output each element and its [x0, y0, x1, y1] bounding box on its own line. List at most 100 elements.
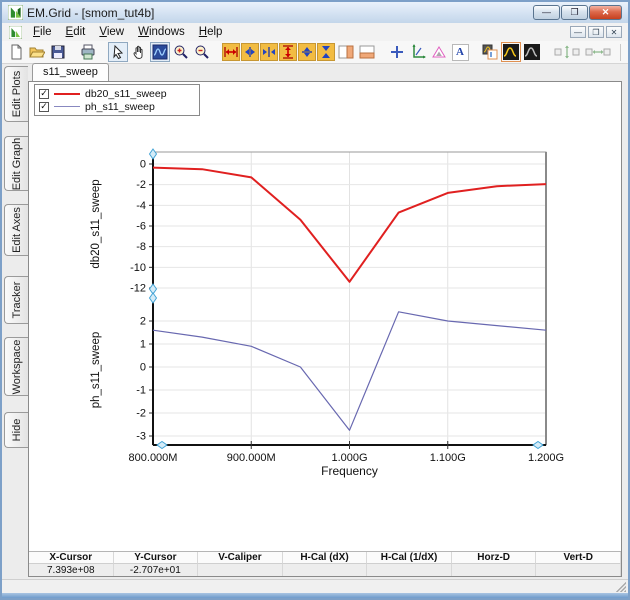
open-folder-icon	[29, 47, 45, 58]
copy-plot-button[interactable]	[480, 42, 500, 62]
sidetab-tracker[interactable]: Tracker	[4, 276, 28, 324]
vertical-pane-icon	[338, 45, 354, 59]
printer-icon	[81, 44, 95, 60]
caliper-axes-icon	[412, 44, 426, 59]
value-horz-d	[451, 564, 537, 576]
sidetab-edit-graph[interactable]: Edit Graph	[4, 136, 28, 191]
svg-text:-1: -1	[136, 385, 146, 397]
copy-plot-icon	[482, 44, 498, 60]
menu-windows[interactable]: Windows	[131, 25, 192, 39]
value-h-cal-1dx	[367, 564, 452, 576]
restore-button[interactable]: ❐	[561, 5, 588, 20]
sidetab-workspace[interactable]: Workspace	[4, 337, 28, 396]
zoom-out-button[interactable]	[192, 42, 212, 62]
minimize-button[interactable]: —	[533, 5, 560, 20]
cursor-table-values: 7.393e+08 -2.707e+01	[29, 564, 621, 576]
h-spacing-button[interactable]	[583, 42, 613, 62]
curve-view-button[interactable]	[522, 42, 542, 62]
mdi-minimize-button[interactable]: —	[570, 26, 586, 38]
menu-help[interactable]: Help	[192, 25, 230, 39]
svg-text:-2: -2	[136, 408, 146, 420]
new-file-icon	[11, 44, 22, 60]
v-spacing-button[interactable]	[552, 42, 582, 62]
menu-edit[interactable]: Edit	[59, 25, 93, 39]
curve-edit-button[interactable]	[501, 42, 521, 62]
app-window: EM.Grid - [smom_tut4b] — ❐ ✕ File Edit V…	[0, 0, 630, 600]
pan-button[interactable]	[129, 42, 149, 62]
axis-handle[interactable]	[532, 440, 544, 450]
zoom-in-icon	[174, 45, 188, 59]
h-shrink-button[interactable]	[260, 43, 278, 61]
save-floppy-icon	[51, 45, 65, 59]
crosshair-icon	[391, 46, 403, 58]
legend-label-ph: ph_s11_sweep	[85, 100, 155, 113]
pane-horizontal-button[interactable]	[357, 42, 377, 62]
axis-handle[interactable]	[156, 440, 168, 450]
sidetab-edit-plots[interactable]: Edit Plots	[4, 66, 28, 122]
text-label-button[interactable]: A	[450, 42, 470, 62]
legend-label-db20: db20_s11_sweep	[85, 87, 167, 100]
h-expand-arrows-icon	[224, 47, 238, 57]
legend-row-db20: ✓ db20_s11_sweep	[39, 87, 195, 100]
trace-select-button[interactable]	[150, 42, 170, 62]
zoom-out-icon	[195, 45, 209, 59]
save-button[interactable]	[48, 42, 68, 62]
hand-icon	[133, 45, 143, 60]
title-bar[interactable]: EM.Grid - [smom_tut4b] — ❐ ✕	[2, 2, 628, 23]
caliper-button[interactable]	[408, 42, 428, 62]
v-grow-button[interactable]	[298, 43, 316, 61]
v-expand-arrows-icon	[283, 45, 293, 59]
v-expand-button[interactable]	[279, 43, 297, 61]
zoom-in-button[interactable]	[171, 42, 191, 62]
chart[interactable]: 0 -2 -4 -6 -8 -10 -12 db20_s11_sweep 2 1 0 -1 -2 -3 ph…	[29, 82, 623, 551]
v-spacing-icon	[554, 45, 580, 59]
pane-vertical-button[interactable]	[336, 42, 356, 62]
legend-checkbox-ph[interactable]: ✓	[39, 101, 49, 112]
svg-text:-12: -12	[130, 282, 146, 294]
axis-handle[interactable]	[148, 292, 158, 304]
open-button[interactable]	[27, 42, 47, 62]
h-grow-button[interactable]	[241, 43, 259, 61]
app-logo-icon	[8, 5, 23, 20]
header-y-cursor: Y-Cursor	[113, 552, 199, 564]
layout-button[interactable]: Layout	[614, 43, 628, 62]
v-grow-arrows-icon	[302, 47, 312, 57]
horizontal-pane-icon	[359, 45, 375, 59]
mdi-close-button[interactable]: ✕	[606, 26, 622, 38]
x-tick-label: 800.000M	[129, 452, 178, 464]
sidetab-hide[interactable]: Hide	[4, 412, 28, 448]
v-shrink-button[interactable]	[317, 43, 335, 61]
x-tick-label: 1.100G	[430, 452, 466, 464]
h-grow-arrows-icon	[245, 47, 255, 57]
legend: ✓ db20_s11_sweep ✓ ph_s11_sweep	[34, 84, 200, 116]
svg-text:-8: -8	[136, 241, 146, 253]
x-axis-label: Frequency	[321, 464, 378, 478]
close-button[interactable]: ✕	[589, 5, 622, 20]
select-button[interactable]	[108, 42, 128, 62]
resize-grip[interactable]	[616, 582, 626, 592]
sidetab-edit-axes[interactable]: Edit Axes	[4, 204, 28, 256]
mdi-restore-button[interactable]: ❐	[588, 26, 604, 38]
value-v-caliper	[198, 564, 283, 576]
legend-checkbox-db20[interactable]: ✓	[39, 88, 49, 99]
cursor-arrow-icon	[113, 44, 124, 60]
h-expand-button[interactable]	[222, 43, 240, 61]
axis-handle[interactable]	[148, 148, 158, 160]
menu-view[interactable]: View	[92, 25, 131, 39]
print-button[interactable]	[78, 42, 98, 62]
svg-text:-2: -2	[136, 179, 146, 191]
window-bottom-edge	[2, 593, 628, 598]
new-button[interactable]	[6, 42, 26, 62]
header-vert-d: Vert-D	[536, 552, 621, 564]
h-spacing-icon	[585, 48, 611, 56]
cursor-table-header: X-Cursor Y-Cursor V-Caliper H-Cal (dX) H…	[29, 552, 621, 564]
chart-gridlines	[153, 152, 546, 445]
menu-file[interactable]: File	[26, 25, 59, 39]
header-horz-d: Horz-D	[451, 552, 537, 564]
value-y-cursor: -2.707e+01	[113, 564, 199, 576]
tab-s11-sweep[interactable]: s11_sweep	[32, 63, 109, 81]
crosshair-button[interactable]	[387, 42, 407, 62]
curve-edit-icon	[503, 44, 519, 60]
marker-button[interactable]	[429, 42, 449, 62]
x-tick-label: 1.200G	[528, 452, 564, 464]
